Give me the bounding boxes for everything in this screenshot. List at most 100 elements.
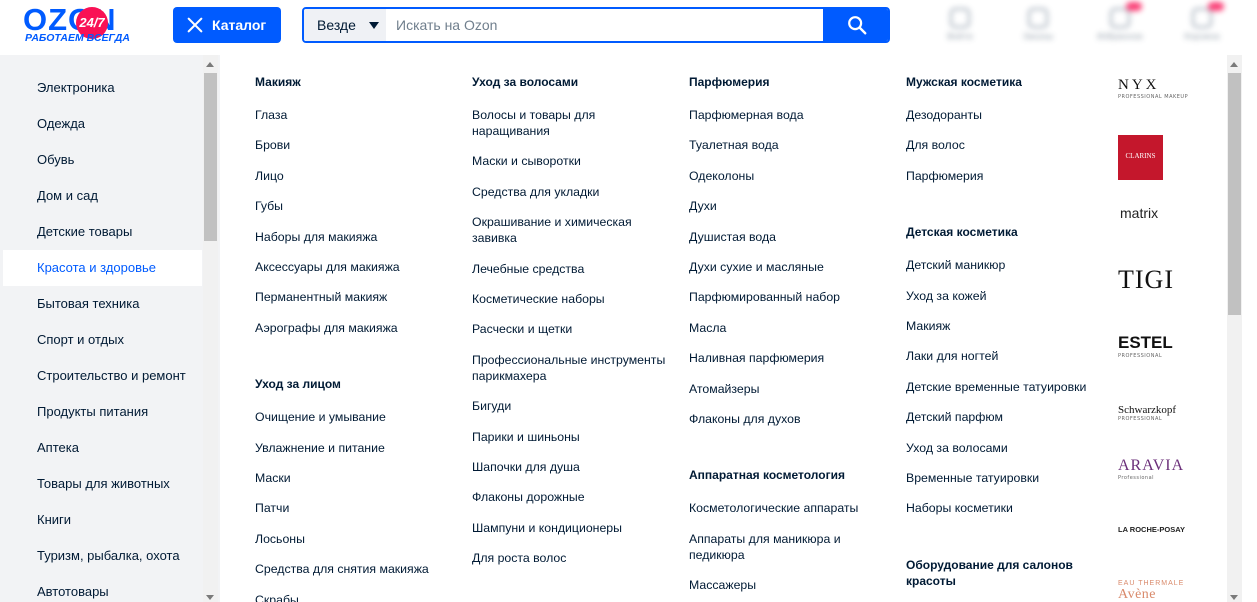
sidebar-item[interactable]: Туризм, рыбалка, охота — [3, 538, 202, 574]
scroll-down-icon[interactable] — [206, 595, 214, 600]
sidebar-item[interactable]: Красота и здоровье — [3, 250, 202, 286]
subcategory-group-title[interactable]: Аппаратная косметология — [689, 467, 889, 483]
sidebar-item[interactable]: Спорт и отдых — [3, 322, 202, 358]
subcategory-link[interactable]: Парфюмированный набор — [689, 289, 889, 305]
subcategory-link[interactable]: Маски и сыворотки — [472, 153, 672, 169]
subcategory-link[interactable]: Лаки для ногтей — [906, 348, 1106, 364]
sidebar-item[interactable]: Аптека — [3, 430, 202, 466]
subcategory-link[interactable]: Средства для укладки — [472, 184, 672, 200]
nav-login[interactable]: Войти — [930, 6, 990, 46]
ozon-logo[interactable]: OZON 24/7 РАБОТАЕМ ВСЕГДА — [23, 3, 141, 46]
search-scope-select[interactable]: Везде — [304, 9, 386, 41]
sidebar-item[interactable]: Одежда — [3, 106, 202, 142]
sidebar-item[interactable]: Детские товары — [3, 214, 202, 250]
subcategory-group-title[interactable]: Уход за волосами — [472, 74, 672, 90]
subcategory-link[interactable]: Детский парфюм — [906, 409, 1106, 425]
subcategory-link[interactable]: Одеколоны — [689, 168, 889, 184]
subcategory-link[interactable]: Уход за кожей — [906, 288, 1106, 304]
subcategory-link[interactable]: Аэрографы для макияжа — [255, 320, 455, 336]
subcategory-link[interactable]: Средства для снятия макияжа — [255, 561, 455, 577]
nav-orders[interactable]: Заказы — [1008, 6, 1068, 46]
subcategory-link[interactable]: Детский маникюр — [906, 257, 1106, 273]
scroll-up-icon[interactable] — [206, 62, 214, 67]
sidebar-item[interactable]: Дом и сад — [3, 178, 202, 214]
panel-scrollbar-thumb[interactable] — [1228, 73, 1241, 315]
brand-logo[interactable]: CLARINS — [1118, 135, 1163, 180]
subcategory-link[interactable]: Глаза — [255, 107, 455, 123]
subcategory-group-title[interactable]: Оборудование для салонов красоты — [906, 557, 1106, 589]
subcategory-link[interactable]: Масла — [689, 320, 889, 336]
brand-logo[interactable]: ARAVIA Professional — [1118, 457, 1188, 481]
subcategory-link[interactable]: Губы — [255, 198, 455, 214]
subcategory-link[interactable]: Аксессуары для макияжа — [255, 259, 455, 275]
subcategory-link[interactable]: Перманентный макияж — [255, 289, 455, 305]
subcategory-group-title[interactable]: Мужская косметика — [906, 74, 1106, 90]
catalog-button[interactable]: Каталог — [173, 7, 281, 43]
subcategory-link[interactable]: Дезодоранты — [906, 107, 1106, 123]
subcategory-link[interactable]: Парфюмерия — [906, 168, 1106, 184]
subcategory-link[interactable]: Скрабы — [255, 592, 455, 602]
subcategory-link[interactable]: Лицо — [255, 168, 455, 184]
subcategory-link[interactable]: Маски — [255, 470, 455, 486]
subcategory-link[interactable]: Лосьоны — [255, 531, 455, 547]
brand-logo[interactable]: matrix — [1118, 205, 1188, 221]
sidebar-scrollbar-thumb[interactable] — [204, 73, 217, 241]
subcategory-group-title[interactable]: Макияж — [255, 74, 455, 90]
subcategory-link[interactable]: Макияж — [906, 318, 1106, 334]
scroll-up-icon[interactable] — [1230, 62, 1238, 67]
sidebar-item[interactable]: Товары для животных — [3, 466, 202, 502]
subcategory-link[interactable]: Косметические наборы — [472, 291, 672, 307]
sidebar-item[interactable]: Книги — [3, 502, 202, 538]
subcategory-link[interactable]: Патчи — [255, 500, 455, 516]
subcategory-link[interactable]: Туалетная вода — [689, 137, 889, 153]
subcategory-link[interactable]: Брови — [255, 137, 455, 153]
brand-logo[interactable]: TIGI — [1118, 265, 1188, 295]
subcategory-link[interactable]: Наборы косметики — [906, 500, 1106, 516]
subcategory-link[interactable]: Лечебные средства — [472, 261, 672, 277]
nav-cart[interactable]: Корзина — [1172, 2, 1232, 46]
subcategory-group-title[interactable]: Уход за лицом — [255, 376, 455, 392]
sidebar-item[interactable]: Строительство и ремонт — [3, 358, 202, 394]
brand-logo[interactable]: LA ROCHE-POSAY — [1118, 525, 1188, 534]
subcategory-group-title[interactable]: Детская косметика — [906, 224, 1106, 240]
subcategory-link[interactable]: Духи — [689, 198, 889, 214]
subcategory-link[interactable]: Парфюмерная вода — [689, 107, 889, 123]
subcategory-link[interactable]: Флаконы дорожные — [472, 489, 672, 505]
sidebar-item[interactable]: Автотовары — [3, 574, 202, 602]
subcategory-link[interactable]: Духи сухие и масляные — [689, 259, 889, 275]
subcategory-link[interactable]: Для волос — [906, 137, 1106, 153]
subcategory-link[interactable]: Окрашивание и химическая завивка — [472, 214, 672, 246]
subcategory-link[interactable]: Шампуни и кондиционеры — [472, 520, 672, 536]
brand-logo[interactable]: ESTEL PROFESSIONAL — [1118, 333, 1188, 359]
brand-logo[interactable]: Schwarzkopf PROFESSIONAL — [1118, 390, 1188, 422]
subcategory-link[interactable]: Профессиональные инструменты парикмахера — [472, 352, 672, 384]
scroll-down-icon[interactable] — [1230, 595, 1238, 600]
subcategory-link[interactable]: Флаконы для духов — [689, 411, 889, 427]
sidebar-item[interactable]: Продукты питания — [3, 394, 202, 430]
subcategory-link[interactable]: Временные татуировки — [906, 470, 1106, 486]
subcategory-link[interactable]: Уход за волосами — [906, 440, 1106, 456]
sidebar-item[interactable]: Обувь — [3, 142, 202, 178]
subcategory-link[interactable]: Для роста волос — [472, 550, 672, 566]
subcategory-group-title[interactable]: Парфюмерия — [689, 74, 889, 90]
nav-favorites[interactable]: Избранное — [1090, 2, 1150, 46]
subcategory-link[interactable]: Волосы и товары для наращивания — [472, 107, 672, 139]
subcategory-link[interactable]: Атомайзеры — [689, 381, 889, 397]
subcategory-link[interactable]: Наливная парфюмерия — [689, 350, 889, 366]
search-input[interactable] — [386, 9, 823, 41]
subcategory-link[interactable]: Аппараты для маникюра и педикюра — [689, 531, 889, 563]
sidebar-item[interactable]: Электроника — [3, 70, 202, 106]
subcategory-link[interactable]: Очищение и умывание — [255, 409, 455, 425]
subcategory-link[interactable]: Увлажнение и питание — [255, 440, 455, 456]
subcategory-link[interactable]: Детские временные татуировки — [906, 379, 1106, 395]
subcategory-link[interactable]: Парики и шиньоны — [472, 429, 672, 445]
brand-logo[interactable]: NYX PROFESSIONAL MAKEUP — [1118, 77, 1188, 100]
sidebar-item[interactable]: Бытовая техника — [3, 286, 202, 322]
search-button[interactable] — [823, 9, 888, 41]
subcategory-link[interactable]: Косметологические аппараты — [689, 500, 889, 516]
subcategory-link[interactable]: Массажеры — [689, 577, 889, 593]
subcategory-link[interactable]: Душистая вода — [689, 229, 889, 245]
subcategory-link[interactable]: Наборы для макияжа — [255, 229, 455, 245]
brand-logo[interactable]: EAU THERMALE Avène — [1118, 580, 1188, 602]
subcategory-link[interactable]: Шапочки для душа — [472, 459, 672, 475]
